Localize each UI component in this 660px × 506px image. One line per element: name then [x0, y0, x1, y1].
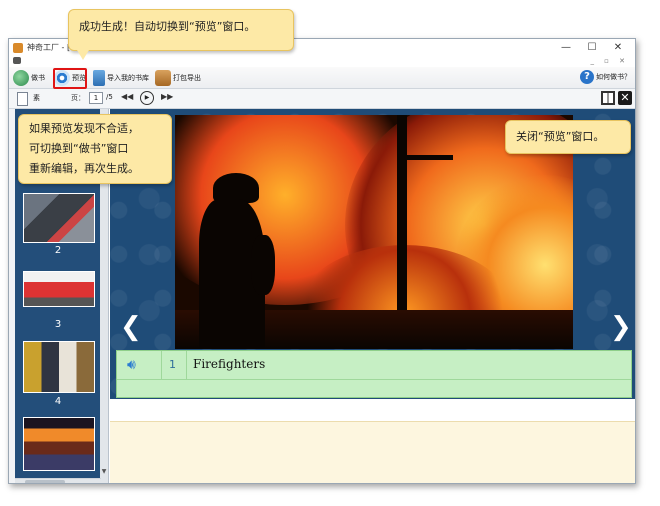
play-button[interactable]: ▶ [140, 91, 154, 105]
document-icon[interactable] [17, 92, 28, 106]
caption-bar: 🔊︎ 1 Firefighters [116, 350, 632, 398]
main-toolbar: 做书 预览 导入我的书库 打包导出 ? 如何做书？ [9, 67, 635, 89]
speaker-icon[interactable]: 🔊︎ [127, 357, 136, 373]
callout-edit-line-2: 可切换到“做书”窗口 [29, 142, 129, 155]
thumbnail-number: 4 [54, 396, 62, 407]
make-book-label: 做书 [31, 74, 45, 82]
preview-navbar: 素 页： 1 /5 ◀◀ ▶ ▶▶ ✕ [9, 89, 635, 109]
app-icon [13, 43, 23, 53]
lower-panel [110, 399, 635, 483]
pack-export-label: 打包导出 [173, 74, 201, 82]
thumbnail-image[interactable] [23, 417, 95, 471]
thumbnail-image[interactable] [23, 271, 95, 307]
chat-icon[interactable] [13, 57, 21, 64]
help-button[interactable]: ? 如何做书？ [580, 70, 631, 84]
page-input[interactable]: 1 [89, 92, 103, 104]
callout-edit-hint: 如果预览发现不合适， 可切换到“做书”窗口 重新编辑，再次生成。 [18, 114, 172, 184]
import-icon [93, 70, 105, 86]
import-library-label: 导入我的书库 [107, 74, 149, 82]
callout-edit-line-1: 如果预览发现不合适， [29, 122, 139, 135]
caption-row: 🔊︎ 1 Firefighters [117, 351, 631, 380]
minimize-button[interactable]: — [553, 41, 579, 55]
page-total: /5 [106, 93, 113, 101]
app-window: 神奇工厂 - [Fire — ☐ ✕ _ ▫ ✕ 做书 预览 导入我的书库 打包… [8, 38, 636, 484]
caption-text: Firefighters [193, 357, 266, 371]
horizontal-scrollbar[interactable] [15, 478, 101, 483]
horizontal-scrollbar-thumb[interactable] [25, 480, 65, 483]
next-slide-arrow[interactable]: ❯ [610, 314, 632, 340]
import-library-button[interactable]: 导入我的书库 [93, 69, 149, 87]
callout-close-preview: 关闭“预览”窗口。 [505, 120, 631, 154]
prev-slide-arrow[interactable]: ❮ [120, 314, 142, 340]
notes-area [110, 421, 635, 483]
prev-page-button[interactable]: ◀◀ [121, 92, 133, 101]
window-controls: — ☐ ✕ [553, 41, 631, 55]
help-label: 如何做书？ [596, 73, 631, 81]
package-icon [155, 70, 171, 86]
caption-number: 1 [169, 358, 176, 371]
callout-generated: 成功生成！自动切换到“预览”窗口。 [68, 9, 294, 60]
close-window-button[interactable]: ✕ [605, 41, 631, 55]
book-icon [13, 70, 29, 86]
thumbnail-image[interactable] [23, 193, 95, 243]
close-preview-button[interactable]: ✕ [618, 91, 632, 105]
preview-highlight-box [53, 68, 87, 89]
callout-edit-line-3: 重新编辑，再次生成。 [29, 162, 139, 175]
page-label: 页： [71, 94, 85, 102]
thumbnail-number: 3 [54, 319, 62, 330]
next-page-button[interactable]: ▶▶ [161, 92, 173, 101]
doc-label: 素 [33, 94, 40, 102]
question-icon: ? [580, 70, 594, 84]
thumbnail-image[interactable] [23, 341, 95, 393]
document-controls[interactable]: _ ▫ ✕ [590, 57, 629, 65]
make-book-button[interactable]: 做书 [13, 69, 45, 87]
maximize-button[interactable]: ☐ [579, 41, 605, 55]
thumbnail-number: 2 [54, 245, 62, 256]
callout-generated-text: 成功生成！自动切换到“预览”窗口。 [79, 20, 256, 33]
callout-close-text: 关闭“预览”窗口。 [516, 130, 605, 143]
layout-toggle-icon[interactable] [601, 91, 615, 105]
pack-export-button[interactable]: 打包导出 [155, 69, 201, 87]
sub-bar: _ ▫ ✕ [9, 57, 635, 67]
scroll-down-icon[interactable]: ▼ [100, 468, 108, 475]
